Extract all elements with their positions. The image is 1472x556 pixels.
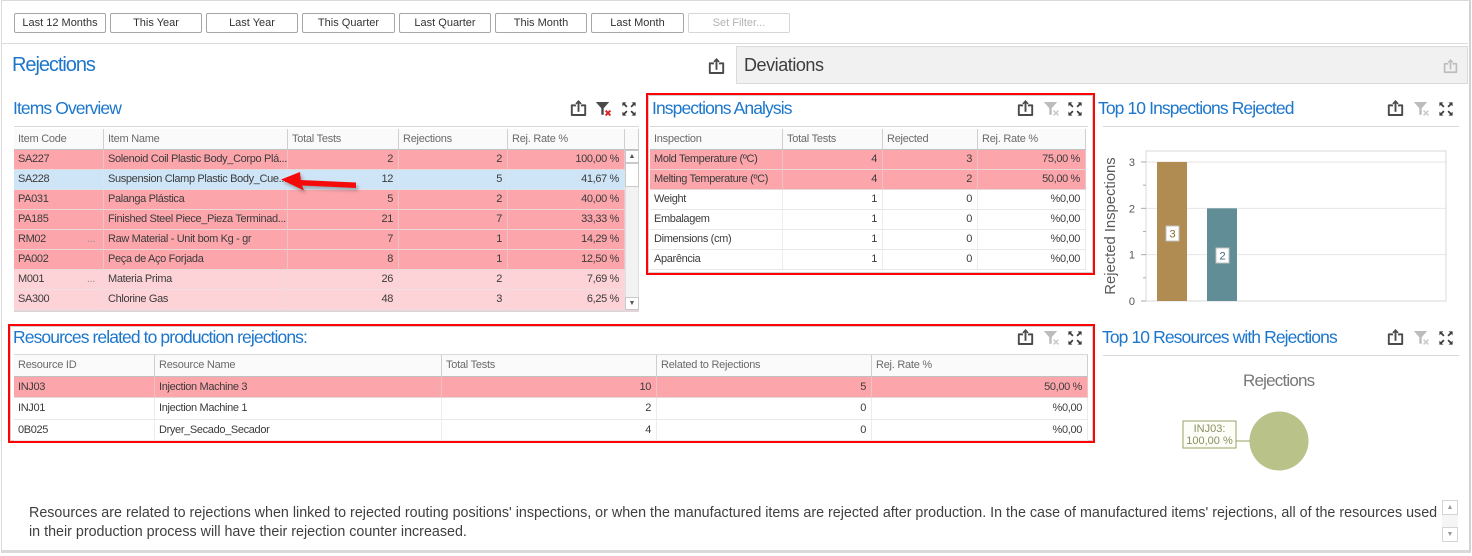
svg-text:1: 1 [1129, 250, 1135, 262]
svg-text:0: 0 [1129, 296, 1135, 308]
svg-text:100,00 %: 100,00 % [1186, 435, 1233, 447]
svg-text:2: 2 [1129, 203, 1135, 215]
svg-text:3: 3 [1169, 229, 1175, 241]
svg-text:2: 2 [1219, 251, 1225, 263]
svg-text:3: 3 [1129, 157, 1135, 169]
svg-text:Rejected Inspections: Rejected Inspections [1103, 157, 1119, 294]
svg-text:INJ03:: INJ03: [1194, 423, 1226, 435]
